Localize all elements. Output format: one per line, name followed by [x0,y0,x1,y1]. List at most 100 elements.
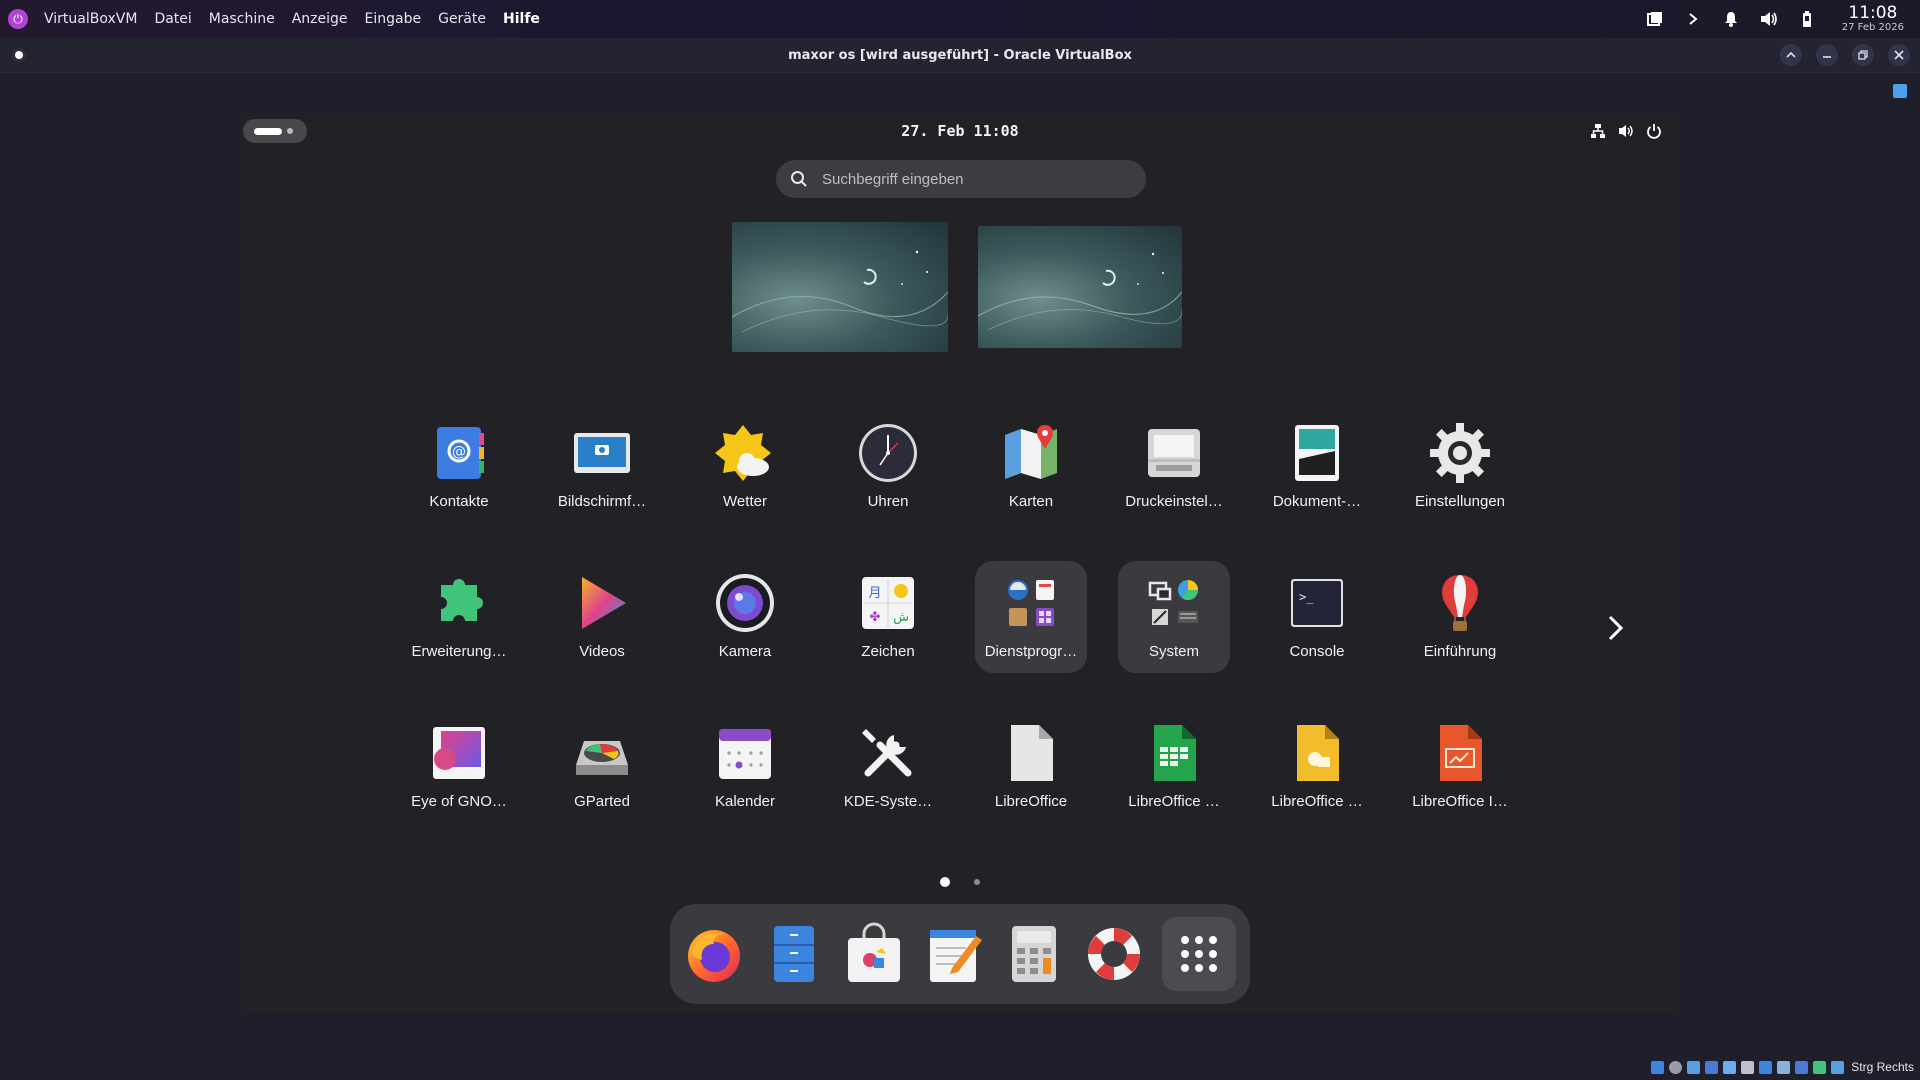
menu-anzeige[interactable]: Anzeige [292,11,348,27]
page-dot[interactable] [974,879,980,885]
app-wetter[interactable]: Wetter [689,411,801,523]
menu-hilfe[interactable]: Hilfe [503,11,540,27]
next-page-chevron-icon[interactable] [1601,608,1631,648]
guest-clock[interactable]: 27. Feb 11:08 [241,122,1679,140]
screenshot-icon [574,433,630,473]
host-clock-time: 11:08 [1848,2,1898,23]
app-einfuehrung[interactable]: Einführung [1404,561,1516,673]
usb-status-icon[interactable] [1723,1060,1737,1074]
app-console[interactable]: >_ Console [1261,561,1373,673]
page-dot-active[interactable] [940,877,950,887]
host-clock[interactable]: 11:08 27 Feb 2026 [1841,2,1904,33]
virtualization-status-icon[interactable] [1795,1060,1809,1074]
app-label: Druckeinstel… [1125,493,1223,510]
display-status-icon[interactable] [1759,1060,1773,1074]
minimize-button[interactable] [1816,44,1838,66]
app-libreoffice[interactable]: LibreOffice [975,711,1087,823]
app-uhren[interactable]: Uhren [832,411,944,523]
app-karten[interactable]: Karten [975,411,1087,523]
app-label: Dienstprogr… [984,643,1078,660]
app-libreoffice-draw[interactable]: LibreOffice … [1261,711,1373,823]
app-zeichen[interactable]: 月 ✤ ش Zeichen [832,561,944,673]
weather-icon [715,425,771,481]
document-scanner-icon [1295,425,1339,481]
image-viewer-icon [433,727,485,779]
dock-text-editor[interactable] [922,922,986,986]
dock-software[interactable] [842,922,906,986]
dock-firefox[interactable] [682,922,746,986]
menu-datei[interactable]: Datei [154,11,191,27]
page-indicator [241,877,1679,887]
host-app-logo-icon[interactable]: ⏻ [8,9,28,29]
app-libreoffice-calc[interactable]: LibreOffice … [1118,711,1230,823]
app-label: Kamera [718,643,772,660]
app-kontakte[interactable]: @ Kontakte [403,411,515,523]
guest-additions-status-icon[interactable] [1813,1060,1827,1074]
dock-help[interactable] [1082,922,1146,986]
utilities-folder-icon [1008,580,1054,626]
app-folder-system[interactable]: System [1118,561,1230,673]
vm-window-titlebar[interactable]: maxor os [wird ausgeführt] - Oracle Virt… [0,38,1920,73]
menu-geraete[interactable]: Geräte [438,11,486,27]
notification-bell-icon[interactable] [1722,10,1740,28]
host-clock-date: 27 Feb 2026 [1841,21,1904,33]
tray-expand-chevron-icon[interactable] [1684,10,1702,28]
contacts-icon: @ [437,427,484,479]
clock-icon [859,424,917,482]
app-dokumentenscanner[interactable]: Dokument-… [1261,411,1373,523]
guest-status-area[interactable] [1589,122,1663,140]
workspace-thumbnail-2[interactable] [978,226,1182,348]
network-status-icon[interactable] [1705,1060,1719,1074]
shared-folders-status-icon[interactable] [1741,1060,1755,1074]
app-label: Kontakte [429,493,489,510]
app-label: Erweiterung… [411,643,507,660]
app-eye-of-gnome[interactable]: Eye of GNO… [403,711,515,823]
help-icon [1088,928,1140,980]
workspace-thumbnail-1[interactable] [732,222,948,352]
keep-above-button[interactable] [1780,44,1802,66]
search-bar[interactable] [776,160,1146,198]
app-erweiterungen[interactable]: Erweiterung… [403,561,515,673]
menu-eingabe[interactable]: Eingabe [365,11,422,27]
tour-icon [1442,575,1478,631]
mouse-integration-status-icon[interactable] [1831,1060,1845,1074]
app-kde-systemeinstellungen[interactable]: KDE-Syste… [832,711,944,823]
menu-virtualboxvm[interactable]: VirtualBoxVM [44,11,137,27]
host-menu-bar: VirtualBoxVM Datei Maschine Anzeige Eing… [44,11,540,27]
app-label: Karten [1008,493,1054,510]
vm-notification-icon[interactable] [1893,84,1907,98]
app-kamera[interactable]: Kamera [689,561,801,673]
window-menu-icon[interactable] [12,48,26,62]
recording-status-icon[interactable] [1777,1060,1791,1074]
app-videos[interactable]: Videos [546,561,658,673]
dock-files[interactable] [762,922,826,986]
app-kalender[interactable]: Kalender [689,711,801,823]
svg-text:月: 月 [868,586,881,601]
optical-drive-status-icon[interactable] [1669,1060,1683,1074]
app-label: GParted [574,793,630,810]
app-einstellungen[interactable]: Einstellungen [1404,411,1516,523]
audio-status-icon[interactable] [1687,1060,1701,1074]
dock-calculator[interactable] [1002,922,1066,986]
close-button[interactable] [1888,44,1910,66]
search-input[interactable] [820,169,1124,189]
restore-button[interactable] [1852,44,1874,66]
menu-maschine[interactable]: Maschine [209,11,275,27]
app-libreoffice-impress[interactable]: LibreOffice I… [1404,711,1516,823]
dock [670,904,1250,1004]
harddisk-status-icon[interactable] [1651,1060,1665,1074]
volume-icon[interactable] [1760,10,1778,28]
app-druckeinstellungen[interactable]: Druckeinstel… [1118,411,1230,523]
app-gparted[interactable]: GParted [546,711,658,823]
videos-icon [582,577,626,629]
svg-text:>_: >_ [1299,590,1314,604]
app-label: LibreOffice [994,793,1068,810]
app-folder-dienstprogramme[interactable]: Dienstprogr… [975,561,1087,673]
dock-app-grid-button[interactable] [1162,917,1236,991]
battery-icon[interactable] [1798,10,1816,28]
host-key-label[interactable]: Strg Rechts [1851,1060,1914,1074]
app-bildschirmfoto[interactable]: Bildschirmf… [546,411,658,523]
app-label: Zeichen [861,643,915,660]
app-label: Eye of GNO… [411,793,507,810]
window-switcher-icon[interactable] [1646,10,1664,28]
